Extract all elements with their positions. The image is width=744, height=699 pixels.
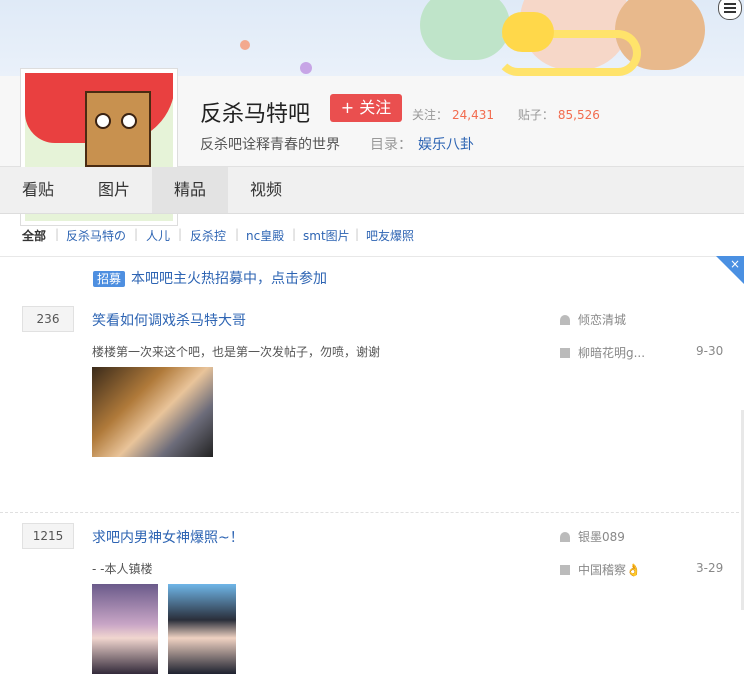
forum-header: 反杀马特吧 + 关注 关注： 24,431 贴子： 85,526 反杀吧诠释青春的世… bbox=[0, 68, 744, 226]
filter-separator: | bbox=[55, 227, 60, 241]
filter-separator: | bbox=[178, 227, 183, 241]
follow-label: 关注 bbox=[359, 98, 392, 117]
thread-abstract: 楼楼第一次来这个吧，也是第一次发帖子，勿喷，谢谢 bbox=[92, 345, 381, 359]
forum-name: 反杀马特吧 bbox=[200, 102, 311, 127]
filter-item[interactable]: 吧友爆照 bbox=[366, 227, 414, 244]
thread-title[interactable]: 笑看如何调戏杀马特大哥 bbox=[92, 310, 246, 330]
catalog-link[interactable]: 娱乐八卦 bbox=[418, 137, 474, 153]
thread-title[interactable]: 求吧内男神女神爆照~！ bbox=[92, 527, 244, 547]
tab-pictures[interactable]: 图片 bbox=[76, 167, 152, 213]
close-icon[interactable]: × bbox=[730, 257, 740, 271]
filter-separator: | bbox=[355, 227, 360, 241]
last-reply[interactable]: 中国稽察👌 bbox=[560, 561, 641, 578]
filter-all[interactable]: 全部 bbox=[22, 227, 46, 244]
filter-item[interactable]: 反杀控 bbox=[190, 227, 226, 244]
comment-icon bbox=[560, 565, 570, 575]
thread-image[interactable] bbox=[92, 367, 213, 457]
filter-separator: | bbox=[134, 227, 139, 241]
tab-videos[interactable]: 视频 bbox=[228, 167, 304, 213]
filter-item[interactable]: 人儿 bbox=[146, 227, 170, 244]
filter-item[interactable]: smt图片 bbox=[303, 227, 350, 244]
thread-image[interactable] bbox=[92, 584, 158, 674]
author-name: 银墨089 bbox=[578, 530, 625, 544]
thread-divider bbox=[0, 512, 744, 513]
last-reply-name: 中国稽察👌 bbox=[578, 563, 641, 577]
thread-image[interactable] bbox=[168, 584, 236, 674]
filter-item[interactable]: nc皇殿 bbox=[246, 227, 284, 244]
featured-filter-bar: 全部 | 反杀马特の | 人儿 | 反杀控 | nc皇殿 | smt图片 | 吧… bbox=[0, 214, 744, 257]
filter-separator: | bbox=[235, 227, 240, 241]
banner-art bbox=[300, 62, 312, 74]
banner-art bbox=[240, 40, 250, 50]
notice-tag: 招募 bbox=[93, 271, 126, 287]
author-name: 倾恋清城 bbox=[578, 313, 627, 327]
forum-banner bbox=[0, 0, 744, 76]
thread-abstract: - -本人镇楼 bbox=[92, 562, 153, 576]
filter-separator: | bbox=[292, 227, 297, 241]
duck-icon bbox=[502, 12, 554, 52]
posts-count: 85,526 bbox=[557, 108, 600, 122]
thread-author[interactable]: 银墨089 bbox=[560, 528, 625, 545]
notice-text: 本吧吧主火热招募中，点击参加 bbox=[131, 271, 328, 287]
followers-count: 24,431 bbox=[452, 108, 495, 122]
last-reply[interactable]: 柳暗花明g... bbox=[560, 344, 645, 361]
plus-icon: + bbox=[340, 98, 355, 117]
thread-date: 3-29 bbox=[696, 561, 724, 575]
posts-label: 贴子： bbox=[517, 108, 554, 122]
forum-stats: 关注： 24,431 贴子： 85,526 bbox=[412, 106, 620, 123]
menu-icon[interactable] bbox=[718, 0, 742, 20]
follow-button[interactable]: + 关注 bbox=[330, 94, 402, 122]
comment-icon bbox=[560, 348, 570, 358]
thread-author[interactable]: 倾恋清城 bbox=[560, 311, 626, 328]
reply-count: 236 bbox=[22, 306, 74, 332]
tab-featured[interactable]: 精品 bbox=[152, 167, 228, 213]
notice-banner[interactable]: 招募 本吧吧主火热招募中，点击参加 bbox=[93, 268, 327, 288]
followers-label: 关注： bbox=[412, 108, 449, 122]
filter-item[interactable]: 反杀马特の bbox=[66, 227, 126, 244]
catalog-label: 目录： bbox=[370, 137, 412, 153]
tab-bar: 看贴 图片 精品 视频 bbox=[0, 167, 744, 214]
thread-date: 9-30 bbox=[696, 344, 724, 358]
reply-count: 1215 bbox=[22, 523, 74, 549]
tab-posts[interactable]: 看贴 bbox=[0, 167, 76, 213]
forum-catalog: 目录： 娱乐八卦 bbox=[370, 134, 474, 154]
last-reply-name: 柳暗花明g... bbox=[578, 346, 646, 360]
forum-slogan: 反杀吧诠释青春的世界 bbox=[200, 137, 340, 153]
user-icon bbox=[560, 532, 570, 542]
user-icon bbox=[560, 315, 570, 325]
